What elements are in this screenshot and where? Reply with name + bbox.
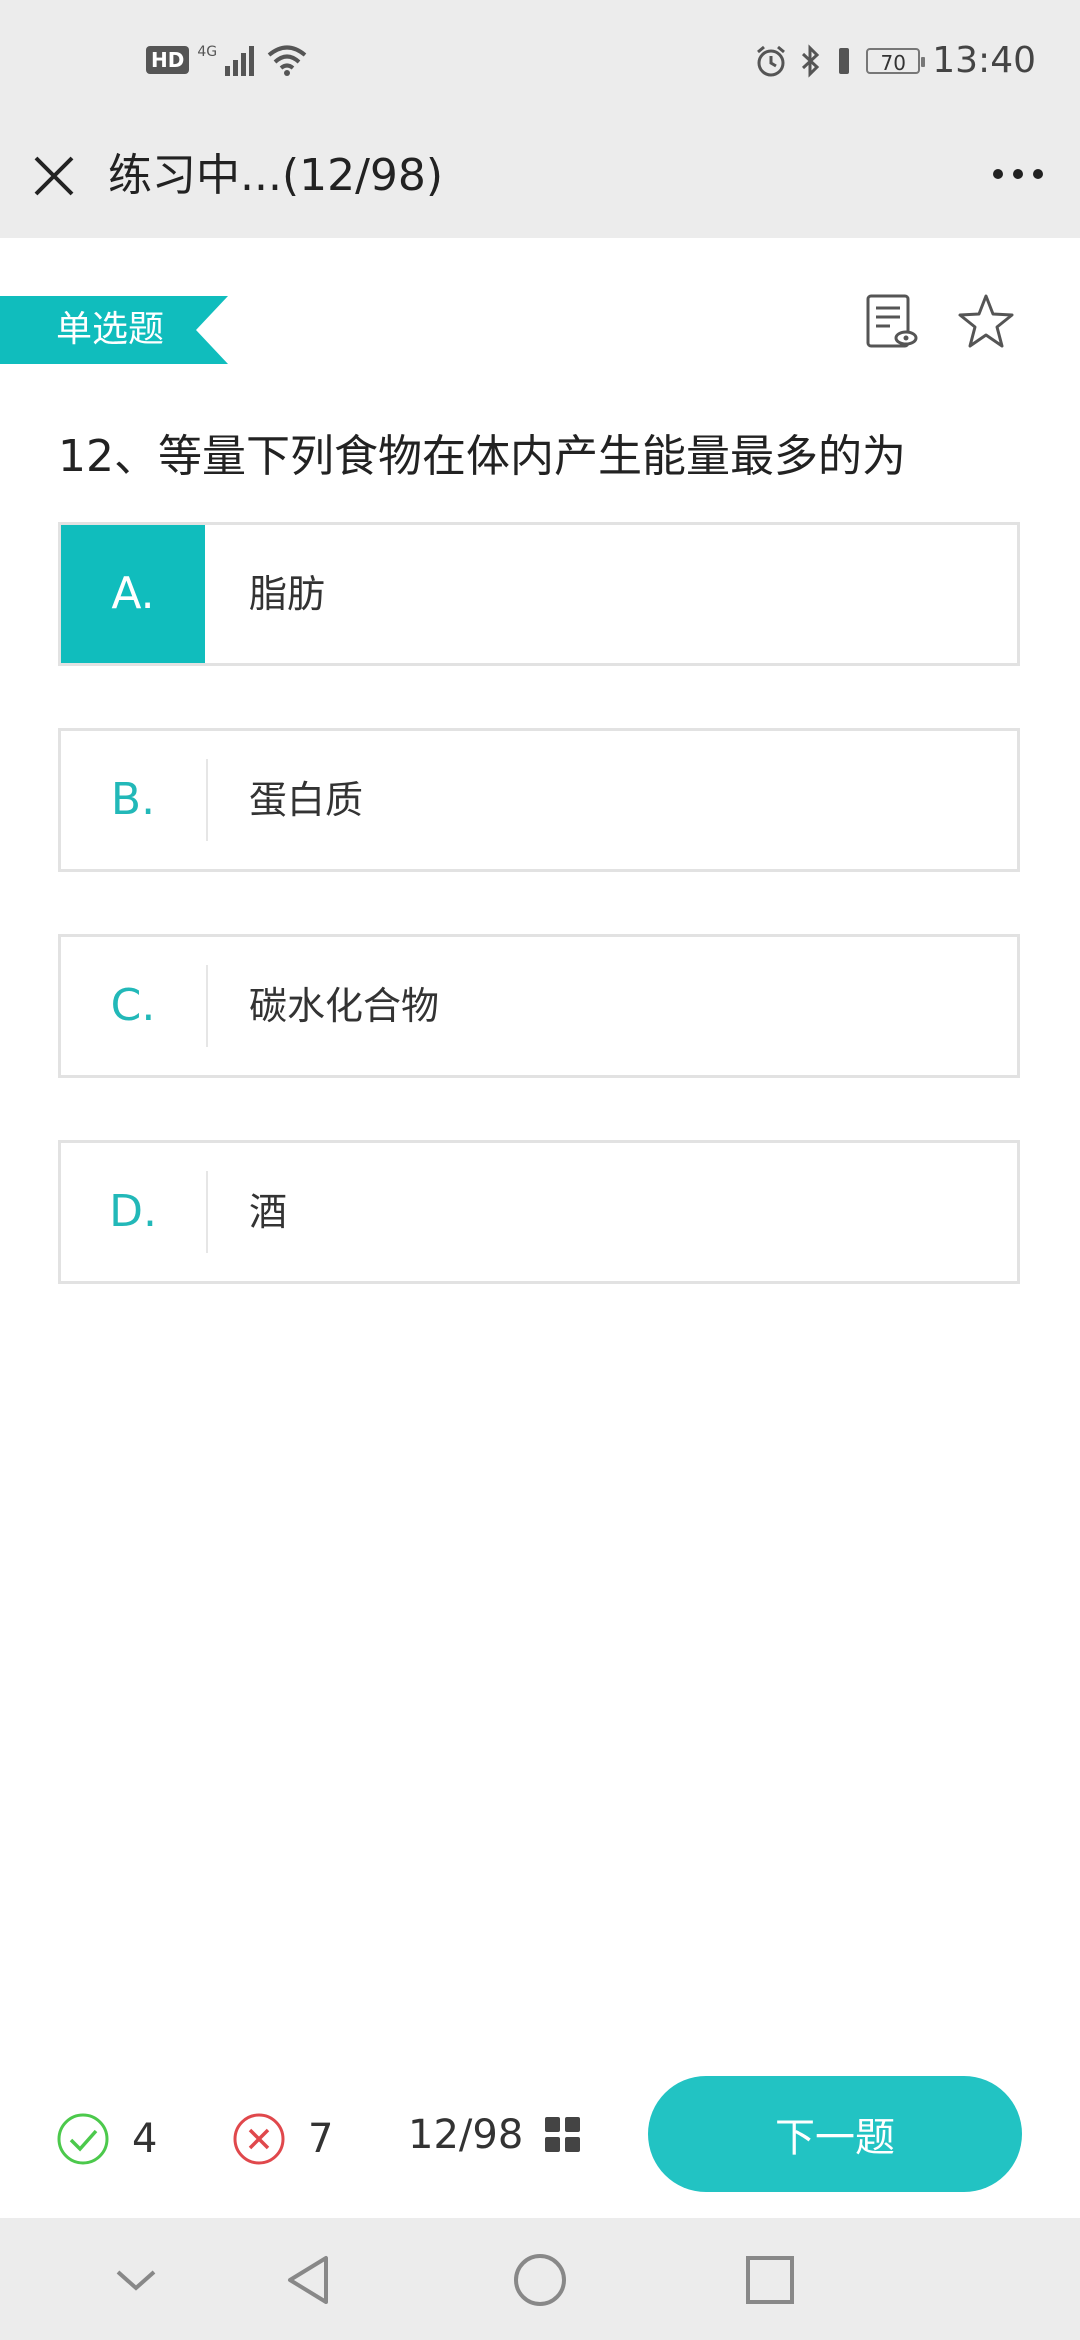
option-c[interactable]: C. 碳水化合物 bbox=[58, 934, 1020, 1078]
question-type-label: 单选题 bbox=[56, 309, 165, 350]
star-favorite-icon[interactable] bbox=[956, 292, 1016, 352]
option-divider bbox=[206, 759, 208, 841]
cellular-signal-icon bbox=[225, 46, 255, 76]
option-letter: A. bbox=[61, 525, 205, 663]
battery-indicator: 70 bbox=[866, 47, 926, 75]
home-circle-icon[interactable] bbox=[512, 2252, 568, 2308]
wifi-icon bbox=[267, 45, 307, 76]
system-nav-bar bbox=[0, 2218, 1080, 2340]
option-divider bbox=[206, 1171, 208, 1253]
vibrate-icon bbox=[839, 47, 850, 74]
status-left-group: HD 4G bbox=[146, 44, 307, 76]
next-question-button[interactable]: 下一题 bbox=[648, 2076, 1022, 2192]
option-a[interactable]: A. 脂肪 bbox=[58, 522, 1020, 666]
option-text: 蛋白质 bbox=[249, 778, 364, 822]
question-type-tag: 单选题 bbox=[0, 296, 228, 364]
option-text: 酒 bbox=[249, 1190, 288, 1234]
grid-icon bbox=[545, 2117, 581, 2152]
status-right-group: 70 13:40 bbox=[754, 40, 1036, 81]
clock: 13:40 bbox=[932, 40, 1036, 81]
hd-badge: HD bbox=[146, 46, 190, 74]
option-letter: D. bbox=[109, 1186, 157, 1237]
option-divider bbox=[206, 965, 208, 1047]
question-text: 12、等量下列食物在体内产生能量最多的为 bbox=[58, 431, 906, 482]
status-bar: HD 4G 70 13:40 bbox=[0, 0, 1080, 130]
recents-square-icon[interactable] bbox=[742, 2252, 798, 2308]
option-d[interactable]: D. 酒 bbox=[58, 1140, 1020, 1284]
option-text: 脂肪 bbox=[249, 572, 326, 616]
close-icon[interactable] bbox=[30, 152, 78, 200]
option-text: 碳水化合物 bbox=[249, 984, 440, 1028]
wrong-stat: 7 bbox=[232, 2112, 333, 2166]
network-type-label: 4G bbox=[197, 44, 218, 60]
back-triangle-icon[interactable] bbox=[282, 2252, 338, 2308]
more-icon[interactable] bbox=[990, 154, 1046, 194]
correct-count: 4 bbox=[132, 2116, 158, 2162]
bluetooth-icon bbox=[802, 43, 820, 78]
progress-label: 12/98 bbox=[408, 2112, 524, 2158]
option-letter: C. bbox=[110, 980, 156, 1031]
correct-stat: 4 bbox=[56, 2112, 157, 2166]
option-letter: B. bbox=[110, 774, 156, 825]
check-circle-icon bbox=[57, 2113, 109, 2165]
option-b[interactable]: B. 蛋白质 bbox=[58, 728, 1020, 872]
bottom-bar: 4 7 12/98 下一题 bbox=[0, 2060, 1080, 2220]
progress-stat[interactable]: 12/98 bbox=[408, 2112, 581, 2158]
answer-sheet-view-icon[interactable] bbox=[862, 292, 922, 352]
cross-circle-icon bbox=[233, 2113, 285, 2165]
alarm-icon bbox=[757, 45, 786, 76]
wrong-count: 7 bbox=[308, 2116, 334, 2162]
title-bar: 练习中...(12/98) bbox=[0, 130, 1080, 238]
chevron-down-icon[interactable] bbox=[108, 2252, 164, 2308]
page-title: 练习中...(12/98) bbox=[108, 150, 444, 201]
